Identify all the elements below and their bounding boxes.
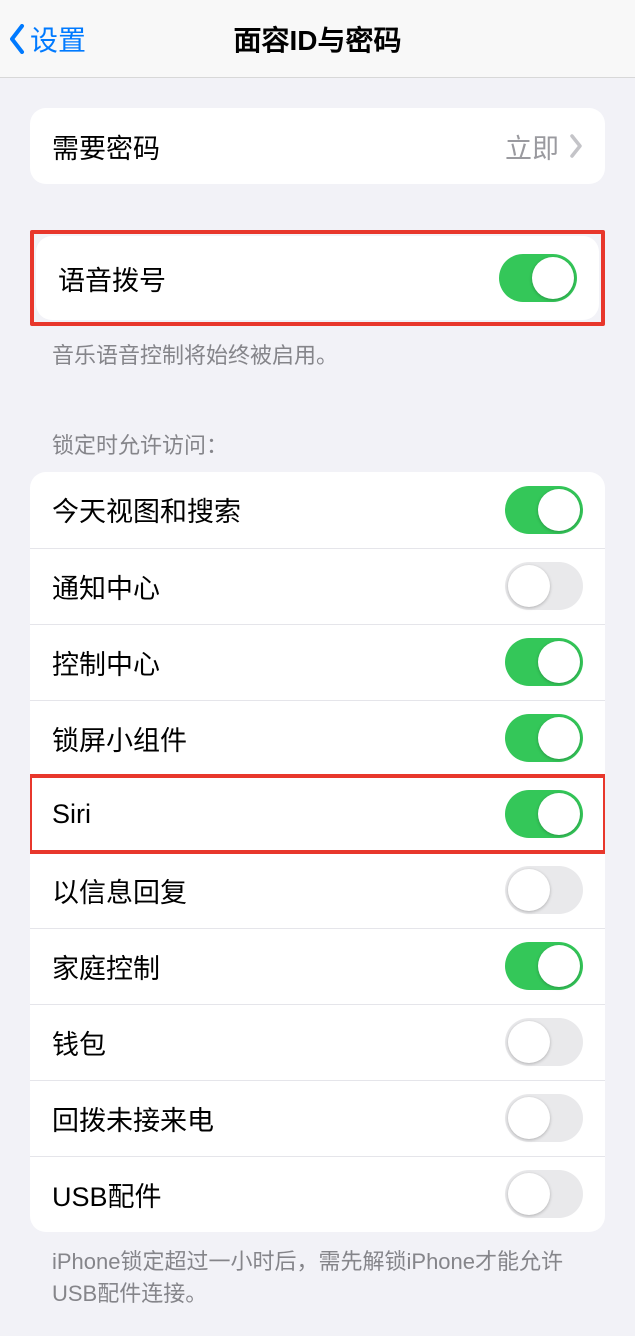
lock-access-row: 通知中心 xyxy=(30,548,605,624)
require-passcode-row[interactable]: 需要密码 立即 xyxy=(30,108,605,184)
lock-access-label: 回拨未接来电 xyxy=(52,1099,214,1138)
voice-dial-toggle[interactable] xyxy=(499,254,577,302)
lock-access-header: 锁定时允许访问： xyxy=(30,428,605,472)
lock-access-label: USB配件 xyxy=(52,1175,162,1214)
lock-access-row: 家庭控制 xyxy=(30,928,605,1004)
voice-dial-group: 语音拨号 xyxy=(36,236,599,320)
require-passcode-value: 立即 xyxy=(505,127,559,166)
lock-access-toggle[interactable] xyxy=(505,790,583,838)
lock-access-row: 以信息回复 xyxy=(30,852,605,928)
lock-access-row: 锁屏小组件 xyxy=(30,700,605,776)
lock-access-label: 钱包 xyxy=(52,1023,106,1062)
require-passcode-label: 需要密码 xyxy=(52,127,160,166)
voice-dial-highlight: 语音拨号 xyxy=(30,230,605,326)
lock-access-toggle[interactable] xyxy=(505,1170,583,1218)
lock-access-row: Siri xyxy=(30,776,605,852)
chevron-left-icon xyxy=(8,24,26,54)
lock-access-label: 以信息回复 xyxy=(52,871,187,910)
page-title: 面容ID与密码 xyxy=(233,19,401,59)
lock-access-label: 控制中心 xyxy=(52,643,160,682)
settings-content: 需要密码 立即 语音拨号 音乐语音控制将始终被启用。 锁定时允许访问： 今天视图… xyxy=(0,78,635,1336)
lock-access-label: 通知中心 xyxy=(52,567,160,606)
lock-access-footer: iPhone锁定超过一小时后，需先解锁iPhone才能允许USB配件连接。 xyxy=(30,1232,605,1310)
chevron-right-icon xyxy=(569,134,583,158)
voice-dial-footer: 音乐语音控制将始终被启用。 xyxy=(30,326,605,372)
lock-access-row: 钱包 xyxy=(30,1004,605,1080)
lock-access-label: 家庭控制 xyxy=(52,947,160,986)
voice-dial-row: 语音拨号 xyxy=(36,236,599,320)
lock-access-toggle[interactable] xyxy=(505,638,583,686)
nav-bar: 设置 面容ID与密码 xyxy=(0,0,635,78)
lock-access-toggle[interactable] xyxy=(505,1018,583,1066)
lock-access-toggle[interactable] xyxy=(505,486,583,534)
lock-access-toggle[interactable] xyxy=(505,562,583,610)
voice-dial-label: 语音拨号 xyxy=(58,259,166,298)
lock-access-row: 回拨未接来电 xyxy=(30,1080,605,1156)
passcode-group: 需要密码 立即 xyxy=(30,108,605,184)
lock-access-label: 今天视图和搜索 xyxy=(52,490,241,529)
lock-access-row: 今天视图和搜索 xyxy=(30,472,605,548)
lock-access-row: USB配件 xyxy=(30,1156,605,1232)
lock-access-toggle[interactable] xyxy=(505,1094,583,1142)
lock-access-group: 今天视图和搜索通知中心控制中心锁屏小组件 Siri 以信息回复家庭控制钱包回拨未接来… xyxy=(30,472,605,1232)
lock-access-toggle[interactable] xyxy=(505,942,583,990)
lock-access-label: 锁屏小组件 xyxy=(52,719,187,758)
back-label: 设置 xyxy=(30,19,86,59)
lock-access-label: Siri xyxy=(52,799,91,830)
lock-access-row: 控制中心 xyxy=(30,624,605,700)
back-button[interactable]: 设置 xyxy=(8,19,86,59)
lock-access-toggle[interactable] xyxy=(505,866,583,914)
lock-access-toggle[interactable] xyxy=(505,714,583,762)
